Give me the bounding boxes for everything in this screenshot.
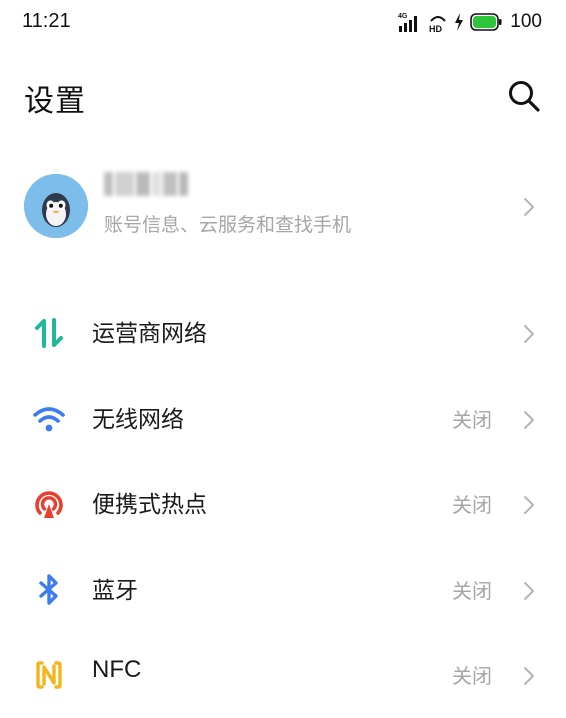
settings-item-carrier-network[interactable]: 运营商网络: [0, 290, 566, 376]
settings-item-nfc[interactable]: NFC 关闭: [0, 632, 566, 718]
svg-text:4G: 4G: [398, 13, 408, 20]
penguin-avatar-icon: [24, 174, 88, 238]
avatar: [24, 174, 88, 238]
chevron-right-icon: [524, 496, 534, 514]
chevron-right-icon: [524, 198, 534, 216]
chevron-right-icon: [524, 410, 534, 429]
chevron-right-icon: [524, 667, 534, 685]
settings-item-hotspot[interactable]: 便携式热点 关闭: [0, 461, 566, 547]
carrier-network-icon: [35, 318, 63, 348]
nfc-icon: [36, 661, 62, 689]
charging-icon: [454, 13, 464, 31]
settings-item-label: 便携式热点: [92, 492, 207, 518]
chevron-right-icon: [524, 325, 534, 343]
settings-item-status: 关闭: [452, 493, 492, 517]
chevron-right-icon: [524, 581, 534, 600]
settings-item-status: 关闭: [452, 578, 492, 603]
bluetooth-icon: [39, 573, 58, 605]
settings-item-label: 蓝牙: [92, 577, 138, 604]
signal-4g-icon: 4G: [398, 11, 422, 33]
settings-item-label: NFC: [92, 656, 142, 683]
settings-item-status: 关闭: [452, 664, 492, 688]
settings-item-label: 运营商网络: [92, 321, 207, 347]
page-title: 设置: [24, 84, 86, 119]
search-button[interactable]: [506, 78, 542, 114]
settings-item-label: 无线网络: [92, 406, 184, 433]
search-icon: [509, 81, 540, 112]
settings-item-status: 关闭: [452, 407, 492, 432]
svg-text:HD: HD: [429, 24, 442, 33]
account-subtitle: 账号信息、云服务和查找手机: [104, 214, 352, 236]
settings-item-wifi[interactable]: 无线网络 关闭: [0, 376, 566, 462]
hd-icon: HD: [428, 11, 448, 34]
status-bar: 11:21 4G HD 100: [0, 0, 566, 46]
battery-level: 100: [510, 11, 542, 32]
settings-item-bluetooth[interactable]: 蓝牙 关闭: [0, 547, 566, 633]
status-icons: 4G HD 100: [398, 9, 542, 35]
settings-list: 运营商网络 无线网络 关闭 便携式热点 关闭 蓝牙 关闭 NFC 关闭: [0, 290, 566, 718]
status-time: 11:21: [22, 10, 71, 32]
account-name-redacted: [104, 172, 188, 196]
battery-icon: [470, 13, 502, 31]
account-row[interactable]: 账号信息、云服务和查找手机: [0, 162, 566, 252]
hotspot-icon: [35, 491, 63, 518]
wifi-icon: [33, 406, 65, 431]
